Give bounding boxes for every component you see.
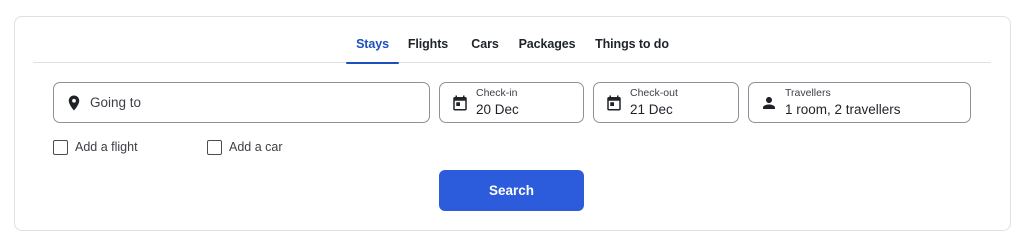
travellers-value: 1 room, 2 travellers — [785, 102, 901, 117]
person-icon — [760, 94, 778, 112]
checkout-label: Check-out — [630, 87, 678, 99]
checkbox-box[interactable] — [53, 139, 68, 155]
checkin-label: Check-in — [476, 87, 518, 99]
map-pin-icon — [65, 94, 83, 112]
search-button[interactable]: Search — [439, 170, 584, 211]
travellers-field[interactable]: Travellers 1 room, 2 travellers — [748, 82, 971, 123]
checkin-value: 20 Dec — [476, 102, 519, 117]
tab-stays[interactable]: Stays — [346, 28, 399, 64]
tab-flights[interactable]: Flights — [407, 28, 449, 63]
calendar-icon — [451, 94, 469, 112]
checkout-field[interactable]: Check-out 21 Dec — [593, 82, 739, 123]
tab-cars[interactable]: Cars — [469, 28, 501, 63]
add-car-checkbox[interactable]: Add a car — [207, 139, 283, 155]
checkout-value: 21 Dec — [630, 102, 673, 117]
destination-placeholder: Going to — [90, 95, 142, 110]
add-flight-checkbox[interactable]: Add a flight — [53, 139, 138, 155]
add-flight-label: Add a flight — [75, 140, 138, 154]
checkbox-box[interactable] — [207, 139, 222, 155]
tab-things-to-do[interactable]: Things to do — [595, 28, 669, 63]
tabs-bar: Stays Flights Cars Packages Things to do — [33, 28, 991, 64]
checkin-field[interactable]: Check-in 20 Dec — [439, 82, 584, 123]
calendar-icon — [605, 94, 623, 112]
tab-packages[interactable]: Packages — [519, 28, 576, 63]
add-car-label: Add a car — [229, 140, 283, 154]
travellers-label: Travellers — [785, 87, 831, 99]
destination-field[interactable]: Going to — [53, 82, 430, 123]
